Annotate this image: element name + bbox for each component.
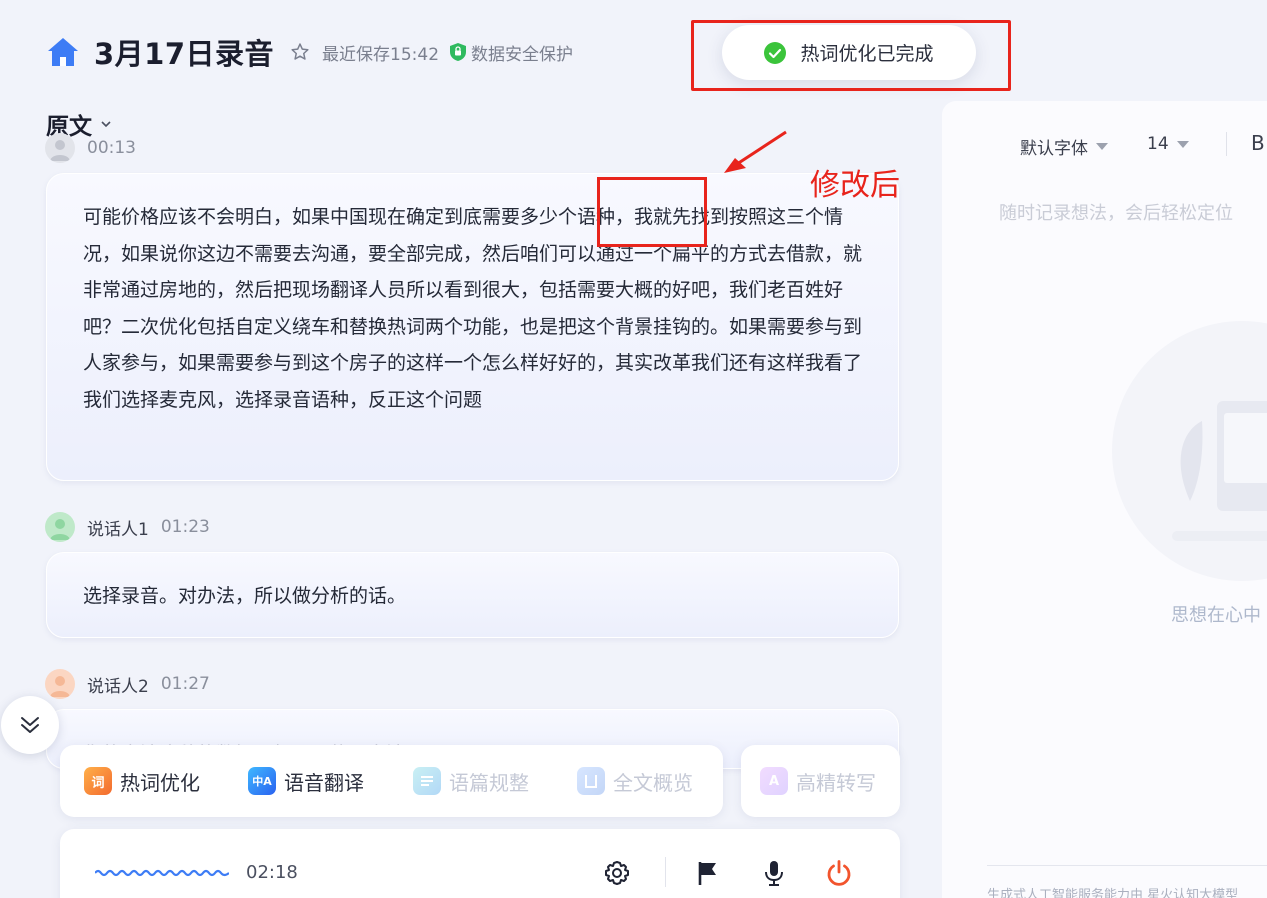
paragraph-text[interactable]: 选择录音。对办法，所以做分析的话。 <box>83 578 862 615</box>
segment-header: 说话人1 01:23 <box>45 512 210 542</box>
overview-icon <box>577 767 605 795</box>
ai-service-footer: 生成式人工智能服务能力由 星火认知大模型 <box>987 888 1239 898</box>
playback-bar: 02:18 <box>60 829 900 898</box>
home-icon[interactable] <box>46 36 80 68</box>
settings-gear-icon[interactable] <box>603 859 631 887</box>
annotation-arrow-icon <box>724 130 787 173</box>
ai-tools-toolbar-extra: A 高精转写 <box>741 745 900 817</box>
annotation-box-toast <box>691 20 1011 91</box>
empty-notes-illustration-icon <box>1112 321 1267 581</box>
transcript-paragraph[interactable]: 可能价格应该不会明白，如果中国现在确定到底需要多少个语种，我就先找到按照这三个情… <box>46 173 899 481</box>
empty-notes-text: 思想在心中 <box>1171 605 1261 626</box>
last-saved-text: 最近保存15:42 <box>322 44 440 65</box>
segment-header: 说话人2 01:27 <box>45 669 210 699</box>
document-lines-icon <box>413 767 441 795</box>
caret-down-icon <box>1096 143 1108 150</box>
discourse-normalize-button[interactable]: 语篇规整 <box>413 745 529 817</box>
shield-icon <box>450 43 467 61</box>
header: 3月17日录音 最近保存15:42 数据安全保护 <box>46 30 573 74</box>
chevron-down-icon <box>101 121 111 128</box>
full-overview-button[interactable]: 全文概览 <box>577 745 693 817</box>
translate-icon: 中A <box>248 767 276 795</box>
font-family-select[interactable]: 默认字体 <box>1020 134 1108 159</box>
annotation-box-word <box>597 177 707 247</box>
power-stop-icon[interactable] <box>825 859 853 887</box>
speaker-name[interactable]: 说话人2 <box>87 672 149 697</box>
bold-button[interactable]: B <box>1251 131 1265 155</box>
microphone-icon[interactable] <box>760 859 788 887</box>
double-chevron-down-icon <box>21 717 39 733</box>
divider <box>665 857 666 887</box>
recording-duration: 02:18 <box>246 862 298 883</box>
divider <box>987 865 1267 866</box>
segment-time[interactable]: 01:23 <box>161 517 210 537</box>
paragraph-text[interactable]: 可能价格应该不会明白，如果中国现在确定到底需要多少个语种，我就先找到按照这三个情… <box>83 199 862 418</box>
user-icon <box>50 140 70 161</box>
user-icon <box>50 519 70 540</box>
avatar[interactable] <box>45 669 75 699</box>
waveform-icon[interactable] <box>95 866 229 880</box>
transcript-paragraph[interactable]: 选择录音。对办法，所以做分析的话。 <box>46 552 899 638</box>
segment-header: 00:13 <box>45 133 136 163</box>
caret-down-icon <box>1176 140 1189 148</box>
page-title[interactable]: 3月17日录音 <box>94 31 274 73</box>
annotation-label: 修改后 <box>810 168 900 203</box>
ai-tools-toolbar: 词 热词优化 中A 语音翻译 语篇规整 全文概览 <box>60 745 723 817</box>
user-icon <box>50 676 70 697</box>
hotword-optimize-button[interactable]: 词 热词优化 <box>84 745 200 817</box>
avatar[interactable] <box>45 512 75 542</box>
star-icon[interactable] <box>290 42 310 62</box>
high-precision-transcribe-button[interactable]: A 高精转写 <box>760 745 876 817</box>
speech-translate-button[interactable]: 中A 语音翻译 <box>248 745 364 817</box>
notes-panel: 默认字体 14 B 随时记录想法，会后轻松定位 思想在心中 生成式人工智能服务能… <box>942 101 1267 898</box>
high-precision-icon: A <box>760 767 788 795</box>
scroll-to-bottom-button[interactable] <box>1 696 59 754</box>
speaker-name[interactable]: 说话人1 <box>87 515 149 540</box>
security-text: 数据安全保护 <box>471 44 574 65</box>
font-size-select[interactable]: 14 <box>1147 134 1189 154</box>
divider <box>1226 132 1227 156</box>
segment-time[interactable]: 00:13 <box>87 138 136 158</box>
segment-time[interactable]: 01:27 <box>161 674 210 694</box>
flag-icon[interactable] <box>694 859 722 887</box>
avatar[interactable] <box>45 133 75 163</box>
notes-editor[interactable]: 随时记录想法，会后轻松定位 <box>999 199 1233 225</box>
hotword-icon: 词 <box>84 767 112 795</box>
